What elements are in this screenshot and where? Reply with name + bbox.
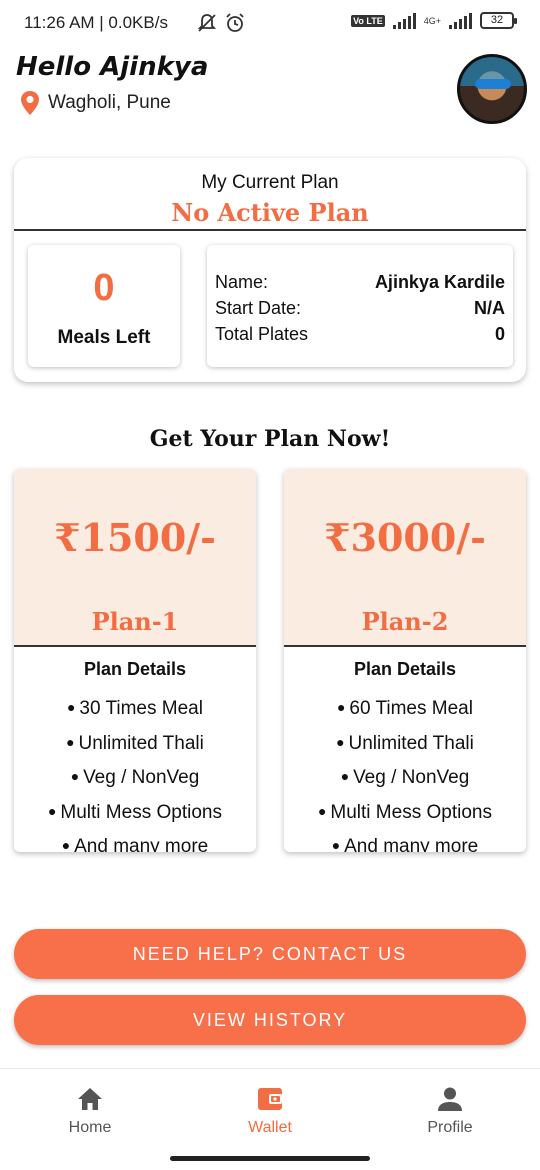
plan-details-title: Plan Details xyxy=(353,659,457,679)
view-history-button[interactable]: VIEW HISTORY xyxy=(14,995,526,1045)
wallet-icon xyxy=(258,1088,282,1110)
plan-feature-list: 30 Times Meal Unlimited Thali Veg / NonV… xyxy=(14,691,256,852)
location: Wagholi, Pune xyxy=(20,90,171,116)
plan-price: ₹1500/- xyxy=(54,515,216,560)
list-item: 30 Times Meal xyxy=(14,691,256,726)
network-type: 4G+ xyxy=(423,15,441,26)
list-item: Unlimited Thali xyxy=(284,726,526,761)
info-label: Name: xyxy=(215,272,269,292)
current-plan-status: No Active Plan xyxy=(171,198,369,227)
info-row-name: Name: Ajinkya Kardile xyxy=(215,269,505,295)
alarm-icon xyxy=(226,13,244,32)
contact-us-button[interactable]: NEED HELP? CONTACT US xyxy=(14,929,526,979)
list-item: Veg / NonVeg xyxy=(284,760,526,795)
plan-card-1[interactable]: ₹1500/- Plan-1 Plan Details 30 Times Mea… xyxy=(14,469,256,852)
get-plan-heading: Get Your Plan Now! xyxy=(149,426,391,452)
plan-name: Plan-1 xyxy=(91,607,179,636)
profile-icon xyxy=(438,1087,462,1111)
gesture-bar[interactable] xyxy=(170,1156,370,1161)
nav-item-wallet[interactable]: Wallet xyxy=(210,1085,330,1137)
signal-icon xyxy=(392,12,416,29)
status-left-icons xyxy=(196,12,246,34)
volte-badge: Vo LTE xyxy=(351,14,385,27)
plan-details-title: Plan Details xyxy=(83,659,187,679)
status-time-speed: 11:26 AM | 0.0KB/s xyxy=(24,13,168,32)
location-text: Wagholi, Pune xyxy=(48,92,171,113)
info-label: Total Plates xyxy=(215,324,309,344)
greeting-title: Hello Ajinkya xyxy=(16,52,209,82)
plan-feature-list: 60 Times Meal Unlimited Thali Veg / NonV… xyxy=(284,691,526,852)
list-item: 60 Times Meal xyxy=(284,691,526,726)
meals-left-box: 0 Meals Left xyxy=(28,245,180,367)
plan-name: Plan-2 xyxy=(361,607,449,636)
info-row-start-date: Start Date: N/A xyxy=(215,295,505,321)
list-item: And many more xyxy=(14,829,256,852)
list-item: Multi Mess Options xyxy=(14,795,256,830)
nav-label: Profile xyxy=(427,1119,473,1136)
meals-left-value: 0 xyxy=(93,267,115,309)
info-value: Ajinkya Kardile xyxy=(374,272,505,292)
battery-icon: 32 xyxy=(480,12,517,29)
info-value: N/A xyxy=(474,298,505,318)
nav-label: Home xyxy=(68,1119,112,1136)
nav-item-home[interactable]: Home xyxy=(30,1085,150,1137)
current-plan-card: My Current Plan No Active Plan 0 Meals L… xyxy=(14,158,526,382)
info-label: Start Date: xyxy=(215,298,302,318)
info-row-total-plates: Total Plates 0 xyxy=(215,321,505,347)
bottom-nav: Home Wallet Profile xyxy=(0,1068,540,1170)
list-item: Veg / NonVeg xyxy=(14,760,256,795)
nav-item-profile[interactable]: Profile xyxy=(390,1085,510,1137)
list-item: Multi Mess Options xyxy=(284,795,526,830)
signal-icon-2 xyxy=(449,12,472,29)
plan-card-2[interactable]: ₹3000/- Plan-2 Plan Details 60 Times Mea… xyxy=(284,469,526,852)
muted-bell-icon xyxy=(197,14,217,32)
nav-label: Wallet xyxy=(248,1119,292,1136)
plan-price: ₹3000/- xyxy=(324,515,486,560)
info-value: 0 xyxy=(494,324,505,344)
list-item: Unlimited Thali xyxy=(14,726,256,761)
meals-left-label: Meals Left xyxy=(57,327,151,348)
plan-info-box: Name: Ajinkya Kardile Start Date: N/A To… xyxy=(207,245,513,367)
status-bar: 11:26 AM | 0.0KB/s Vo LTE 4G+ 32 xyxy=(0,0,540,48)
avatar-glasses xyxy=(475,79,511,89)
location-pin-icon xyxy=(21,91,39,115)
divider xyxy=(14,229,526,231)
list-item: And many more xyxy=(284,829,526,852)
avatar[interactable] xyxy=(457,54,527,124)
home-icon xyxy=(78,1088,102,1110)
status-right-icons: Vo LTE 4G+ 32 xyxy=(351,12,517,29)
current-plan-title: My Current Plan xyxy=(201,172,339,193)
